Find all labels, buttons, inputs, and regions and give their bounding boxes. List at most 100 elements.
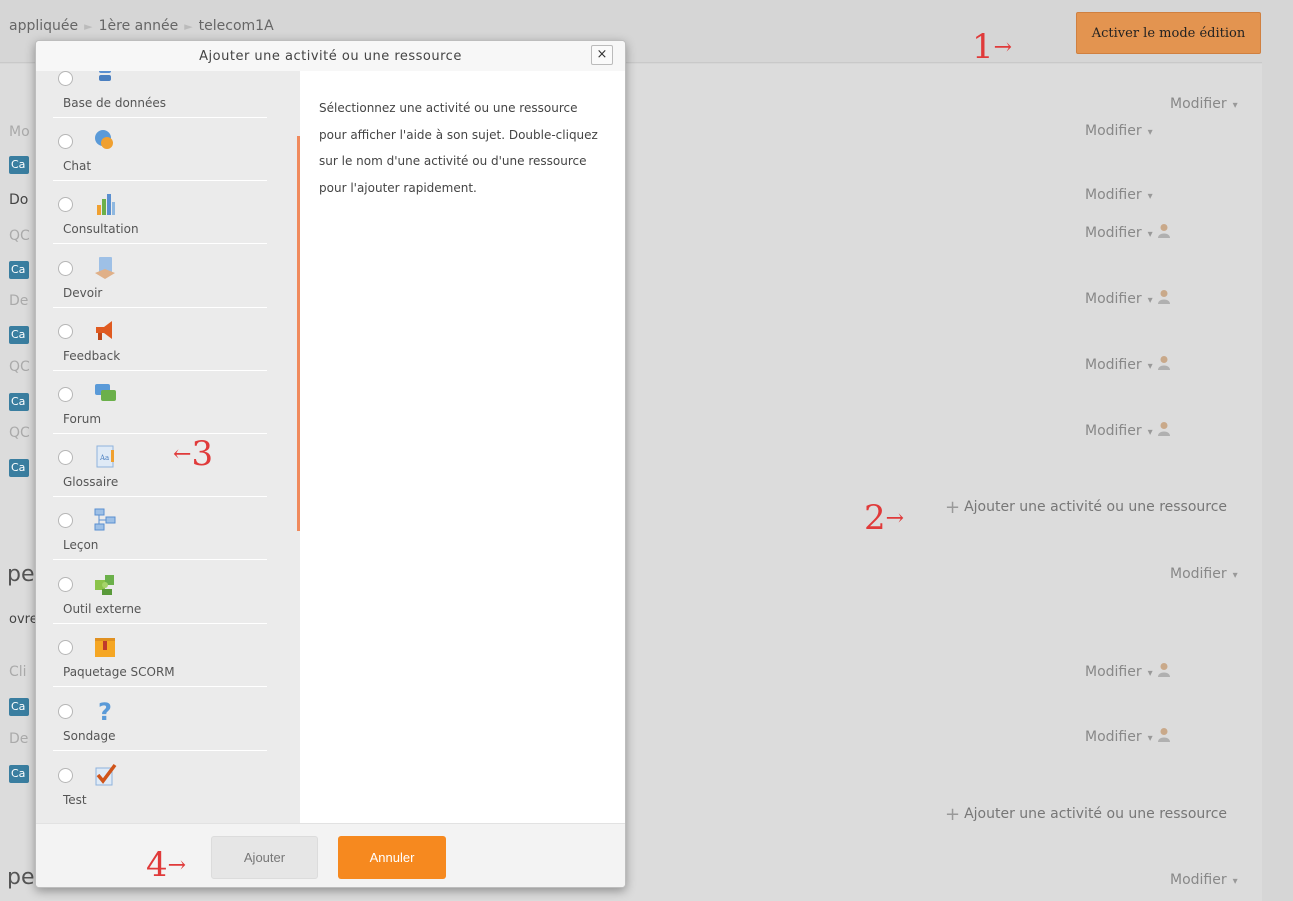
activity-name-fragment[interactable]: Cli	[9, 664, 27, 680]
option-radio[interactable]	[58, 324, 73, 339]
dialog-footer: Ajouter Annuler	[36, 823, 625, 887]
annotation-4: 4→	[146, 848, 186, 882]
modifier-label: Modifier	[1170, 872, 1227, 888]
add-activity-label: Ajouter une activité ou une ressource	[964, 806, 1228, 822]
option-database[interactable]: Base de données	[53, 71, 267, 129]
breadcrumb-item[interactable]: telecom1A	[199, 18, 274, 34]
user-icon[interactable]	[1157, 289, 1171, 305]
modifier-label: Modifier	[1085, 187, 1142, 203]
option-consultation[interactable]: Consultation	[53, 191, 267, 255]
help-text: Sélectionnez une activité ou une ressour…	[319, 101, 598, 195]
modifier-menu[interactable]: Modifier ▾	[1085, 727, 1171, 745]
user-icon[interactable]	[1157, 727, 1171, 743]
modifier-menu[interactable]: Modifier ▾	[1085, 355, 1171, 373]
modifier-menu[interactable]: Modifier ▾	[1085, 289, 1171, 307]
user-icon[interactable]	[1157, 223, 1171, 239]
edit-mode-button[interactable]: Activer le mode édition	[1076, 12, 1261, 54]
option-assignment[interactable]: Devoir	[53, 255, 267, 319]
arrow-right-icon: →	[167, 853, 187, 878]
option-chat[interactable]: Chat	[53, 128, 267, 192]
option-label: Feedback	[63, 349, 121, 363]
modifier-menu[interactable]: Modifier ▾	[1085, 662, 1171, 680]
annotation-2: 2→	[864, 501, 904, 535]
modifier-menu[interactable]: Modifier ▾	[1085, 223, 1171, 241]
user-icon[interactable]	[1157, 662, 1171, 678]
option-radio[interactable]	[58, 768, 73, 783]
option-label: Test	[63, 793, 87, 807]
option-forum[interactable]: Forum	[53, 381, 267, 445]
option-divider	[53, 433, 267, 434]
option-radio[interactable]	[58, 640, 73, 655]
modifier-label: Modifier	[1170, 96, 1227, 112]
option-radio[interactable]	[58, 71, 73, 86]
option-radio[interactable]	[58, 577, 73, 592]
add-activity-label: Ajouter une activité ou une ressource	[964, 499, 1228, 515]
category-badge: Ca	[9, 459, 29, 477]
option-lesson[interactable]: Leçon	[53, 507, 267, 571]
activity-name-fragment[interactable]: Do	[9, 192, 28, 208]
quiz-icon	[95, 763, 117, 786]
activity-name-fragment[interactable]: De	[9, 731, 28, 747]
annotation-number: 2	[864, 498, 886, 538]
option-external-tool[interactable]: Outil externe	[53, 571, 267, 635]
close-icon[interactable]: ×	[591, 45, 613, 65]
modifier-menu[interactable]: Modifier ▾	[1085, 123, 1153, 139]
activity-name-fragment[interactable]: De	[9, 293, 28, 309]
option-divider	[53, 370, 267, 371]
modifier-label: Modifier	[1085, 123, 1142, 139]
caret-down-icon: ▾	[1147, 733, 1153, 744]
option-radio[interactable]	[58, 513, 73, 528]
modifier-menu[interactable]: Modifier ▾	[1085, 187, 1153, 203]
option-radio[interactable]	[58, 450, 73, 465]
assignment-icon	[95, 257, 115, 279]
option-feedback[interactable]: Feedback	[53, 318, 267, 382]
option-radio[interactable]	[58, 387, 73, 402]
modifier-menu[interactable]: Modifier ▾	[1170, 96, 1238, 112]
option-radio[interactable]	[58, 704, 73, 719]
modifier-menu[interactable]: Modifier ▾	[1170, 872, 1238, 888]
activity-name-fragment[interactable]: QC	[9, 228, 30, 244]
arrow-right-icon: →	[885, 506, 905, 531]
category-badge: Ca	[9, 393, 29, 411]
option-quiz[interactable]: Test	[53, 762, 267, 823]
option-label: Consultation	[63, 222, 139, 236]
caret-down-icon: ▾	[1147, 191, 1153, 202]
modifier-menu[interactable]: Modifier ▾	[1170, 566, 1238, 582]
add-activity-link[interactable]: + Ajouter une activité ou une ressource	[945, 497, 1227, 518]
activity-name-fragment[interactable]: Mo	[9, 124, 30, 140]
add-button[interactable]: Ajouter	[211, 836, 318, 879]
caret-down-icon: ▾	[1147, 668, 1153, 679]
modifier-label: Modifier	[1085, 729, 1142, 745]
bar-chart-icon	[97, 194, 115, 215]
option-radio[interactable]	[58, 197, 73, 212]
option-radio[interactable]	[58, 261, 73, 276]
option-survey[interactable]: ? Sondage	[53, 698, 267, 762]
dialog-header: Ajouter une activité ou une ressource ×	[36, 41, 625, 72]
add-activity-link[interactable]: + Ajouter une activité ou une ressource	[945, 804, 1227, 825]
activity-options-list[interactable]: Base de données Chat Consultation Devoir…	[36, 71, 300, 823]
option-label: Leçon	[63, 538, 99, 552]
database-icon	[99, 71, 111, 81]
breadcrumb: appliquée ► 1ère année ► telecom1A	[9, 18, 274, 34]
breadcrumb-item[interactable]: 1ère année	[99, 18, 179, 34]
category-badge: Ca	[9, 261, 29, 279]
option-glossary[interactable]: Aa Glossaire	[53, 444, 267, 508]
option-label: Devoir	[63, 286, 103, 300]
caret-down-icon: ▾	[1147, 427, 1153, 438]
category-badge: Ca	[9, 698, 29, 716]
activity-name-fragment[interactable]: QC	[9, 425, 30, 441]
modifier-menu[interactable]: Modifier ▾	[1085, 421, 1171, 439]
annotation-3: ←3	[173, 437, 213, 471]
option-scorm-package[interactable]: Paquetage SCORM	[53, 634, 267, 698]
user-icon[interactable]	[1157, 355, 1171, 371]
activity-name-fragment[interactable]: QC	[9, 359, 30, 375]
annotation-number: 4	[146, 845, 168, 885]
user-icon[interactable]	[1157, 421, 1171, 437]
category-badge: Ca	[9, 156, 29, 174]
cancel-button[interactable]: Annuler	[338, 836, 446, 879]
annotation-number: 1	[972, 27, 994, 67]
breadcrumb-item[interactable]: appliquée	[9, 18, 78, 34]
option-radio[interactable]	[58, 134, 73, 149]
caret-down-icon: ▾	[1147, 361, 1153, 372]
puzzle-icon	[95, 575, 114, 595]
